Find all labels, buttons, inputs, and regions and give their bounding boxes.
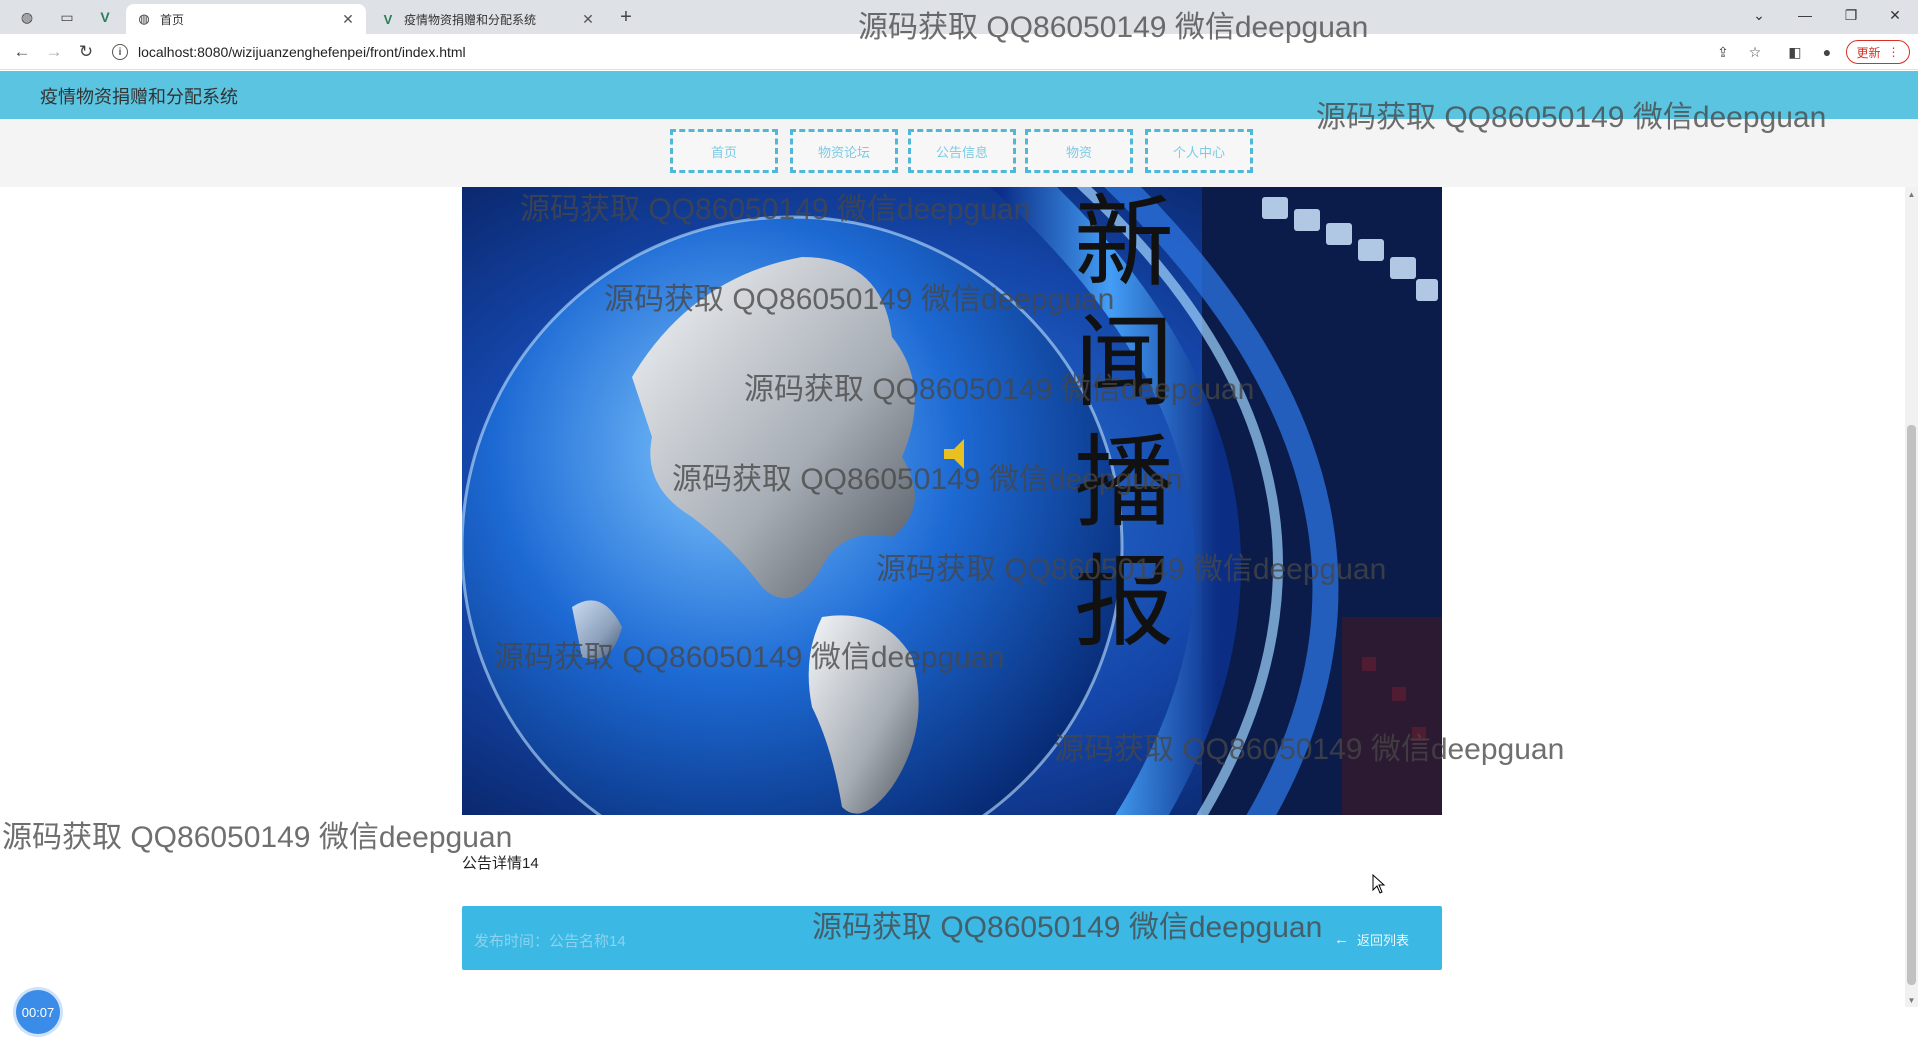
app-title: 疫情物资捐赠和分配系统 — [40, 87, 238, 107]
publish-info: 发布时间：公告名称14 — [474, 933, 626, 950]
info-icon[interactable]: i — [112, 44, 128, 60]
chevron-down-icon[interactable]: ⌄ — [1736, 0, 1782, 30]
forward-arrow-icon[interactable]: → — [40, 40, 68, 64]
globe-icon: ◍ — [138, 11, 150, 26]
tab-system[interactable]: V 疫情物资捐赠和分配系统 ✕ — [370, 4, 606, 34]
star-icon[interactable]: ☆ — [1744, 42, 1766, 62]
news-broadcast-illustration: 新 闻 播 报 — [462, 187, 1442, 815]
vue-icon: V — [383, 11, 393, 27]
arrow-left-icon: ← — [1334, 931, 1349, 948]
banner-caption-4: 报 — [1074, 544, 1174, 661]
mouse-cursor-icon — [1372, 874, 1386, 894]
reload-icon[interactable]: ↻ — [72, 40, 100, 64]
blank-tab-icon[interactable]: ▭ — [52, 5, 82, 29]
recording-timer: 00:07 — [16, 990, 60, 1034]
address-bar: ← → ↻ i localhost:8080/wizijuanzenghefen… — [0, 34, 1918, 70]
profile-icon[interactable]: ● — [1816, 42, 1838, 62]
tab-title: 疫情物资捐赠和分配系统 — [404, 12, 537, 27]
notice-detail-title: 公告详情14 — [462, 855, 539, 872]
url-field[interactable]: i localhost:8080/wizijuanzenghefenpei/fr… — [112, 41, 466, 63]
scroll-thumb[interactable] — [1907, 425, 1916, 985]
more-icon: ⋮ — [1887, 45, 1900, 59]
banner-caption-3: 播 — [1074, 424, 1174, 541]
nav-item-user-center[interactable]: 个人中心 — [1145, 129, 1253, 173]
restore-button[interactable]: ❐ — [1828, 0, 1874, 30]
notice-banner-image: 新 闻 播 报 — [462, 187, 1442, 815]
update-button[interactable]: 更新 ⋮ — [1846, 40, 1910, 64]
banner-caption-1: 新 — [1074, 187, 1174, 301]
side-panel-icon[interactable]: ◧ — [1784, 42, 1806, 62]
back-arrow-icon[interactable]: ← — [8, 40, 36, 64]
back-to-list-button[interactable]: ← 返回列表 — [1334, 930, 1409, 949]
browser-tab-bar: ◍ ▭ V ◍ 首页 ✕ V 疫情物资捐赠和分配系统 ✕ + ⌄ — ❐ ✕ — [0, 0, 1918, 34]
close-window-button[interactable]: ✕ — [1872, 0, 1918, 30]
nav-item-forum[interactable]: 物资论坛 — [790, 129, 898, 173]
close-icon[interactable]: ✕ — [340, 11, 356, 28]
app-header: 疫情物资捐赠和分配系统 — [0, 71, 1918, 119]
watermark: 源码获取 QQ86050149 微信deepguan — [2, 821, 513, 854]
tab-title: 首页 — [160, 12, 185, 27]
banner-caption-2: 闻 — [1074, 304, 1174, 421]
page-scrollbar[interactable]: ▲ ▼ — [1905, 187, 1918, 1007]
main-nav: 首页 物资论坛 公告信息 物资 个人中心 — [0, 119, 1918, 187]
minimize-button[interactable]: — — [1782, 0, 1828, 30]
back-to-list-label: 返回列表 — [1357, 933, 1410, 948]
share-icon[interactable]: ⇪ — [1712, 42, 1734, 62]
vue-icon[interactable]: V — [90, 5, 120, 29]
tab-home[interactable]: ◍ 首页 ✕ — [126, 4, 366, 34]
update-label: 更新 — [1856, 45, 1881, 60]
url-text: localhost:8080/wizijuanzenghefenpei/fron… — [138, 44, 466, 60]
globe-icon[interactable]: ◍ — [12, 5, 42, 29]
nav-item-goods[interactable]: 物资 — [1025, 129, 1133, 173]
close-icon[interactable]: ✕ — [580, 11, 596, 28]
notice-info-bar: 发布时间：公告名称14 ← 返回列表 — [462, 906, 1442, 970]
scroll-down-icon[interactable]: ▼ — [1905, 993, 1918, 1007]
scroll-up-icon[interactable]: ▲ — [1905, 187, 1918, 201]
nav-item-home[interactable]: 首页 — [670, 129, 778, 173]
new-tab-button[interactable]: + — [612, 4, 640, 30]
nav-item-notice[interactable]: 公告信息 — [908, 129, 1016, 173]
